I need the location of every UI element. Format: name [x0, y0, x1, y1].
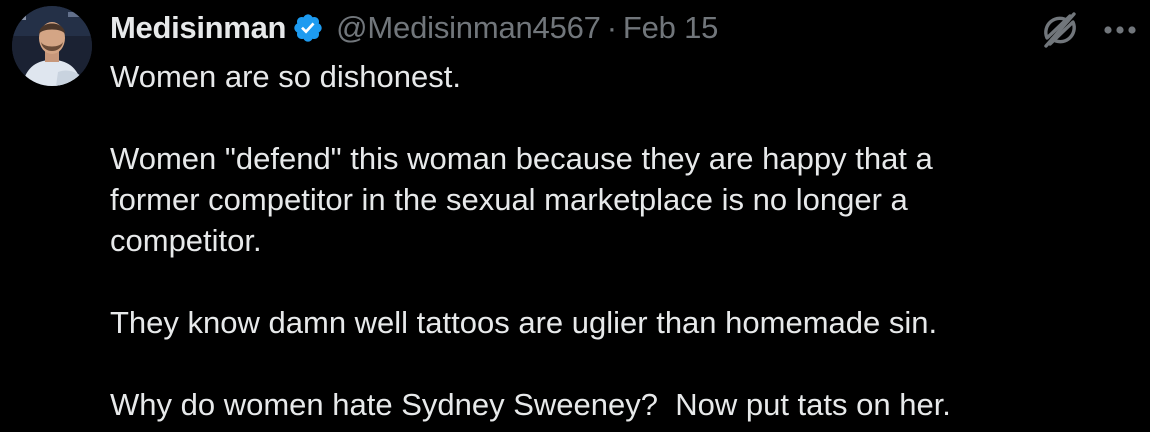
separator-dot: · [606, 10, 617, 45]
tweet-text: Women are so dishonest. Women "defend" t… [110, 56, 1130, 425]
avatar[interactable] [12, 6, 92, 86]
tweet-paragraph: They know damn well tattoos are uglier t… [110, 305, 938, 340]
more-options-icon[interactable] [1098, 10, 1142, 50]
verified-badge-icon [292, 12, 324, 44]
grok-icon[interactable] [1038, 8, 1082, 52]
tweet-paragraph: Women are so dishonest. [110, 59, 461, 94]
display-name[interactable]: Medisinman [110, 6, 286, 50]
tweet-date[interactable]: Feb 15 [623, 6, 719, 50]
tweet-paragraph: Women "defend" this woman because they a… [110, 141, 933, 258]
tweet-header: Medisinman @Medisinman4567 · Feb 15 [110, 6, 718, 50]
tweet-paragraph: Why do women hate Sydney Sweeney? Now pu… [110, 387, 951, 422]
author-handle[interactable]: @Medisinman4567 [336, 6, 601, 50]
tweet-card: Medisinman @Medisinman4567 · Feb 15 Wome… [0, 0, 1150, 432]
